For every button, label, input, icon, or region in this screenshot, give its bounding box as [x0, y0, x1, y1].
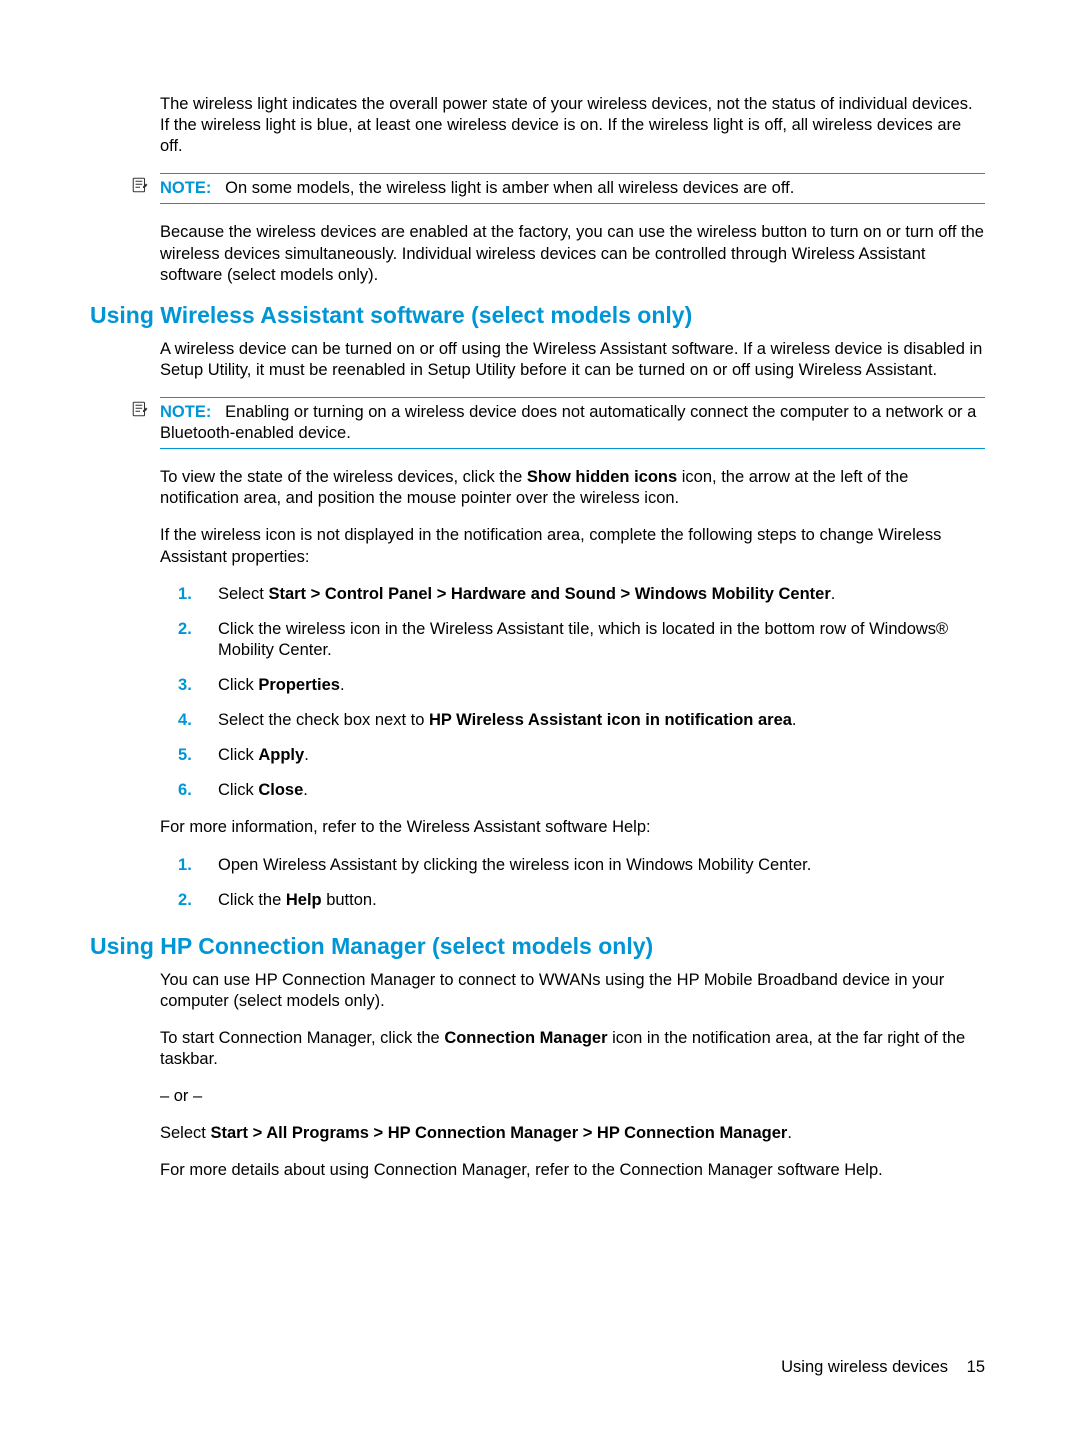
numbered-list-help: Open Wireless Assistant by clicking the …: [160, 855, 985, 911]
numbered-list-steps: Select Start > Control Panel > Hardware …: [160, 584, 985, 802]
note-callout: NOTE: Enabling or turning on a wireless …: [160, 397, 985, 449]
note-body: Enabling or turning on a wireless device…: [160, 403, 976, 442]
paragraph: To view the state of the wireless device…: [160, 467, 985, 509]
list-item: Select the check box next to HP Wireless…: [178, 710, 985, 731]
body-text-block: You can use HP Connection Manager to con…: [160, 970, 985, 1182]
paragraph: You can use HP Connection Manager to con…: [160, 970, 985, 1012]
list-item: Click Apply.: [178, 745, 985, 766]
page-number: 15: [967, 1358, 985, 1376]
note-icon: [130, 176, 150, 199]
body-text-block: A wireless device can be turned on or of…: [160, 339, 985, 381]
paragraph: The wireless light indicates the overall…: [160, 94, 985, 157]
section-heading-wireless-assistant: Using Wireless Assistant software (selec…: [90, 302, 985, 329]
note-text: NOTE: Enabling or turning on a wireless …: [160, 403, 976, 442]
body-text-block: Because the wireless devices are enabled…: [160, 222, 985, 285]
footer-text: Using wireless devices: [781, 1358, 948, 1376]
paragraph: If the wireless icon is not displayed in…: [160, 525, 985, 567]
list-item: Open Wireless Assistant by clicking the …: [178, 855, 985, 876]
list-item: Click the wireless icon in the Wireless …: [178, 619, 985, 661]
list-item: Click the Help button.: [178, 890, 985, 911]
list-item: Select Start > Control Panel > Hardware …: [178, 584, 985, 605]
body-text-block: To view the state of the wireless device…: [160, 467, 985, 911]
body-text-block: The wireless light indicates the overall…: [160, 94, 985, 157]
paragraph: – or –: [160, 1086, 985, 1107]
list-item: Click Close.: [178, 780, 985, 801]
paragraph: To start Connection Manager, click the C…: [160, 1028, 985, 1070]
note-text: NOTE: On some models, the wireless light…: [160, 179, 794, 197]
paragraph: Select Start > All Programs > HP Connect…: [160, 1123, 985, 1144]
document-page: The wireless light indicates the overall…: [0, 0, 1080, 1437]
note-icon: [130, 400, 150, 423]
paragraph: For more details about using Connection …: [160, 1160, 985, 1181]
page-footer: Using wireless devices 15: [781, 1358, 985, 1377]
section-heading-connection-manager: Using HP Connection Manager (select mode…: [90, 933, 985, 960]
paragraph: A wireless device can be turned on or of…: [160, 339, 985, 381]
note-body: On some models, the wireless light is am…: [225, 179, 794, 197]
paragraph: Because the wireless devices are enabled…: [160, 222, 985, 285]
note-callout: NOTE: On some models, the wireless light…: [160, 173, 985, 204]
note-label: NOTE:: [160, 403, 211, 421]
paragraph: For more information, refer to the Wirel…: [160, 817, 985, 838]
list-item: Click Properties.: [178, 675, 985, 696]
note-label: NOTE:: [160, 179, 211, 197]
